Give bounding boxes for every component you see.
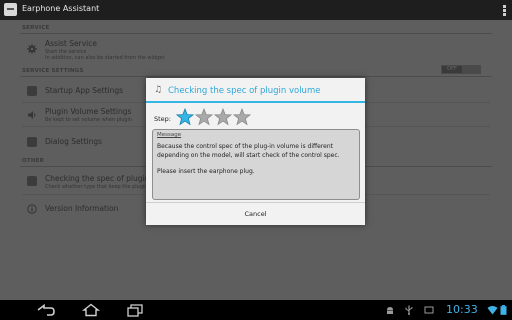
plugin-volume-settings[interactable]: Plugin Volume Settings [45, 107, 131, 116]
message-text: Because the control spec of the plug-in … [157, 143, 355, 185]
recents-icon[interactable] [124, 303, 146, 317]
star-inactive-icon [233, 108, 251, 126]
battery-icon [500, 305, 507, 315]
assist-service-title[interactable]: Assist Service [45, 39, 97, 48]
dialog-settings[interactable]: Dialog Settings [45, 137, 102, 146]
action-bar: Earphone Assistant [0, 0, 512, 20]
headphone-icon: ♫ [154, 85, 163, 95]
section-divider [20, 33, 492, 34]
clock: 10:33 [446, 303, 478, 316]
toggle-label: OFF [442, 66, 462, 73]
gear-icon [27, 44, 37, 54]
cancel-button[interactable]: Cancel [146, 203, 365, 225]
dialog-title-divider [146, 101, 365, 103]
section-header-service-settings: SERVICE SETTINGS [22, 68, 84, 74]
back-icon[interactable] [34, 303, 56, 317]
check-spec-icon [27, 176, 37, 186]
dialog-settings-icon [27, 137, 37, 147]
speaker-icon [28, 111, 36, 119]
plugin-volume-sub: Be kept to set volume when plugin [45, 117, 133, 123]
home-icon[interactable] [80, 303, 102, 317]
settings-small-icon [424, 306, 434, 314]
star-inactive-icon [214, 108, 232, 126]
step-label: Step: [154, 115, 171, 123]
dialog-title: Checking the spec of plugin volume [168, 86, 321, 96]
overflow-menu-icon[interactable] [503, 5, 506, 16]
startup-app-settings[interactable]: Startup App Settings [45, 86, 123, 95]
star-active-icon [176, 108, 194, 126]
check-spec-sub: Check whether type that keep the plugin … [45, 184, 157, 190]
message-paragraph-1: Because the control spec of the plug-in … [157, 143, 340, 159]
info-icon [27, 204, 37, 214]
system-bar: 10:33 [0, 300, 512, 320]
usb-icon [405, 305, 413, 315]
app-title: Earphone Assistant [22, 4, 100, 13]
message-box: Message Because the control spec of the … [152, 129, 360, 200]
version-information[interactable]: Version Information [45, 204, 118, 213]
section-header-other: OTHER [22, 158, 45, 164]
check-spec-dialog: ♫ Checking the spec of plugin volume Ste… [146, 78, 365, 225]
star-inactive-icon [195, 108, 213, 126]
message-paragraph-2: Please insert the earphone plug. [157, 168, 255, 175]
assist-service-toggle[interactable]: OFF [441, 65, 481, 74]
startup-app-icon [27, 86, 37, 96]
android-icon [387, 307, 393, 314]
section-header-service: SERVICE [22, 25, 50, 31]
section-divider [20, 76, 492, 77]
app-icon[interactable] [4, 3, 17, 16]
assist-service-sub2: In addition, can also be started from th… [45, 55, 165, 61]
message-title: Message [157, 132, 182, 138]
step-rating [176, 108, 252, 126]
wifi-icon [487, 306, 498, 315]
